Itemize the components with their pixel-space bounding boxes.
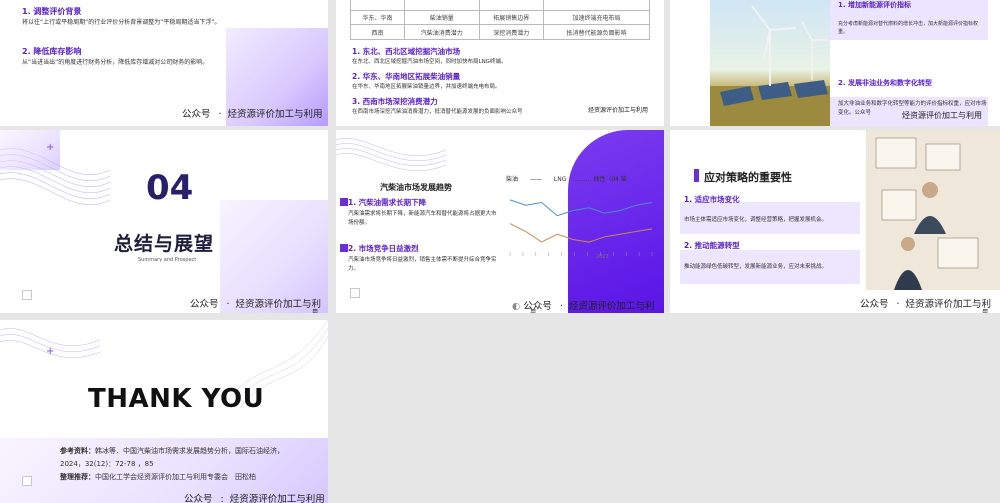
slide-thumbnail-7[interactable]: + THANK YOU 参考资料：韩冰等．中国汽柴油市场需求发展趋势分析，国际石… [0,320,328,503]
organizer-text: 中国化工学会烃资源评价加工与利用专委会 田松柏 [95,473,256,481]
legend-item: LNG [553,176,567,183]
section-number: 04 [146,168,194,208]
legend-item: 柴油 [506,176,519,183]
trend-heading-1: 1. 汽柴油需求长期下降 [348,198,427,207]
trend-heading-2: 2. 市场竞争日益激烈 [348,244,419,253]
heading-1: 1. 调整评价背景 [22,7,82,16]
plus-icon: + [46,142,55,153]
item-heading-2: 2. 华东、华南地区拓展柴油销量 [352,72,461,81]
bullet-marker [340,198,348,206]
slide-thumbnail-3[interactable]: 1. 增加新能源评价指标 充分考虑新能源对替代燃料的增长冲击，加大新能源评价指标… [670,0,1000,126]
wind-turbine-icon [710,5,830,126]
footer-name: 烃资源评价加工与利用 [227,109,323,120]
item-text-3: 在西南市场深挖汽柴油消费潜力，抵消替代能源发展的负面影响公众号 [352,109,523,115]
slide-title: 汽柴油市场发展趋势 [380,183,452,192]
plus-icon: + [46,346,55,357]
section-title: 总结与展望 [114,233,215,255]
strategy-text-1: 市场主体需适应市场变化，调整经营策略，把握发展机会。 [684,217,828,223]
footer-name: 烃资源评价加工与利用 [229,494,325,503]
heading-1: 1. 增加新能源评价指标 [838,1,911,9]
footer-overflow: 用 [530,309,537,313]
table-cell: 汽柴油消费潜力 [403,24,480,40]
slide-footer: 烃资源评价加工与利用 [902,111,982,120]
footer-brand: 公众号 [523,301,552,312]
decor-square [22,290,32,300]
footer-name: 烃资源评价加工与利 [905,299,992,310]
chart-legend: 柴油 —— LNG ......... 线性（04 柴 [506,176,627,183]
thank-you-title: THANK YOU [88,384,265,414]
slide-footer: 公众号 · 烃资源评价加工与利 [190,299,322,310]
footer-brand: 公众号 [860,299,889,310]
slide-footer: 公众号: 烃资源评价加工与利用 [184,494,325,503]
series-line [509,199,653,217]
market-table: 华东、华南 柴油销量 拓展销售边界 加速终端充电布局 西南 汽柴油消费潜力 深挖消费潜力抵… [350,0,651,40]
strategy-text-2: 推动能源绿色低碳转型，发展新能源业务，应对未来挑战。 [684,264,828,270]
footer-name: 烃资源评价加工与利 [568,301,655,312]
paragraph-1: 将以往“上行或平稳周期”的行业评价分析背景调整为“平稳周期适当下浮”。 [22,19,221,26]
table-cell: 拓展销售边界 [478,10,544,25]
reference-block: 参考资料：韩冰等．中国汽柴油市场需求发展趋势分析，国际石油经济，2024，32(… [60,445,300,484]
footer-overflow: 用 [312,309,319,313]
trend-chart: 柴油 —— LNG ......... 线性（04 柴 2023 [506,174,656,264]
heading-2: 2. 发展非油业务和数字化转型 [838,79,932,87]
wind-solar-photo [710,0,830,126]
slide-footer: 烃资源评价加工与利用 [588,107,649,114]
strategy-heading-1: 1. 适应市场变化 [684,195,740,204]
item-text-2: 在华东、华南地区拓展柴油销量边界，并加速终端充电布局。 [352,84,501,90]
footer-brand: 公众号 [182,109,211,120]
decor-square [350,288,360,298]
paragraph-1: 充分考虑新能源对替代燃料的增长冲击，加大新能源评价指标权重。 [838,21,979,35]
table-cell: 柴油销量 [403,10,480,25]
business-illustration [866,130,1000,290]
strategy-heading-2: 2. 推动能源转型 [684,241,740,250]
footer-brand: 公众号 [190,299,219,310]
organizer-label: 整理推荐： [60,473,95,481]
series-line [509,223,653,243]
paragraph-2: 从“当进当出”的角度进行财务分析，降低库存增减对公司财务的影响。 [22,59,209,66]
bullet-marker [340,244,348,252]
businessman-icon [875,137,979,290]
slide-footer: 公众号 · 烃资源评价加工与利用 [182,109,323,120]
trend-chart-svg [509,199,653,256]
item-text-1: 在东北、西北区域挖掘汽油市场空间，同时加快布局LNG终端。 [352,59,507,65]
section-subtitle: Summary and Prospect [138,257,197,263]
table-cell: 抵消替代能源负面影响 [542,24,651,40]
legend-item: 线性（04 柴 [593,176,627,183]
table-cell: 华东、华南 [350,10,405,25]
trend-text-1: 汽柴油需求将长期下降，新能源汽车和替代能源将占据更大市场份额。 [348,211,497,226]
footer-name: 烃资源评价加工与利 [235,299,322,310]
wechat-icon: ◐ [512,301,521,312]
slide-thumbnail-2[interactable]: 华东、华南 柴油销量 拓展销售边界 加速终端充电布局 西南 汽柴油消费潜力 深挖消费潜力抵… [336,0,664,126]
footer-overflow: 用 [982,309,989,313]
footer-brand: 公众号 [184,494,213,503]
chart-year-label: 2023 [596,254,609,260]
table-cell: 深挖消费潜力 [478,24,544,40]
decor-square [22,476,32,486]
slide-thumbnail-1[interactable]: 1. 调整评价背景 将以往“上行或平稳周期”的行业评价分析背景调整为“平稳周期适… [0,0,328,126]
heading-2: 2. 降低库存影响 [22,47,82,56]
item-heading-3: 3. 西南市场深挖消费潜力 [352,97,438,106]
slide-title: 应对策略的重要性 [704,171,792,184]
slide-thumbnail-6[interactable]: 应对策略的重要性 1. 适应市场变化 市场主体需适应市场变化，调整经营策略，把握… [670,130,1000,313]
reference-label: 参考资料： [60,447,95,455]
title-bar-marker [694,169,699,182]
slide-thumbnail-5[interactable]: 汽柴油市场发展趋势 1. 汽柴油需求长期下降 汽柴油需求将长期下降，新能源汽车和… [336,130,664,313]
slide-footer: 公众号 · 烃资源评价加工与利 [860,299,992,310]
table-cell: 西南 [350,24,405,40]
trend-text-2: 汽柴油市场竞争将日益激烈，销售主体需不断提升综合竞争实力。 [348,257,497,272]
item-heading-1: 1. 东北、西北区域挖掘汽油市场 [352,47,461,56]
slide-thumbnail-4[interactable]: + 04 总结与展望 Summary and Prospect 公众号 · 烃资源评… [0,130,328,313]
table-cell: 加速终端充电布局 [542,10,651,25]
